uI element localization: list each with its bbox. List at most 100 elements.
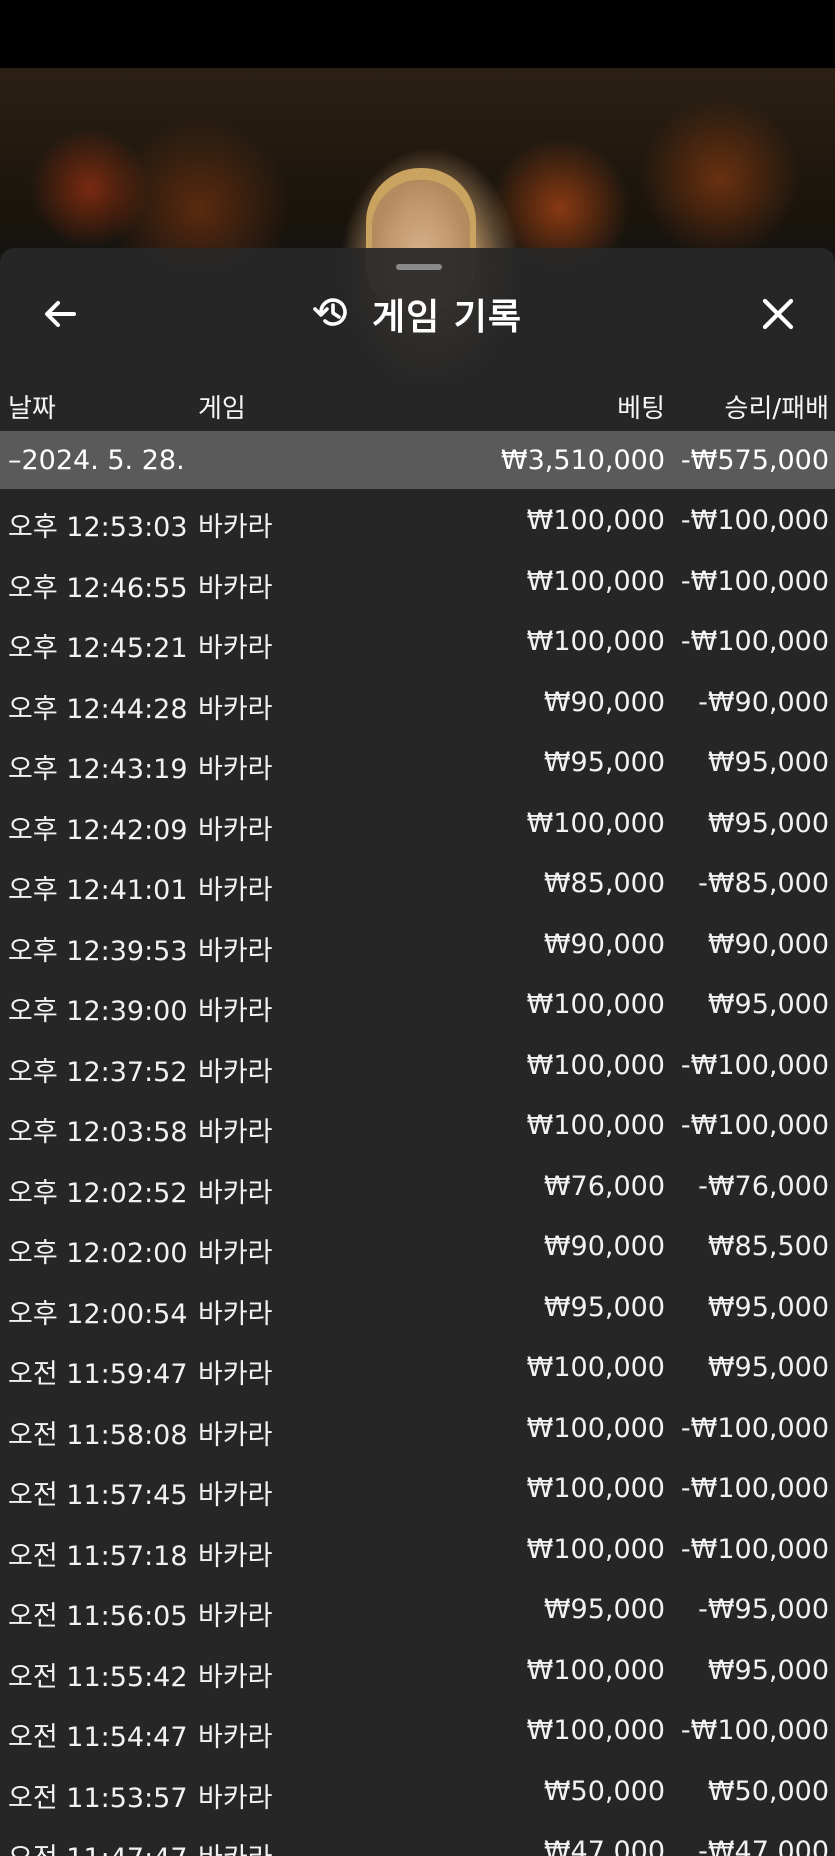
row-bet: ₩100,000: [526, 1533, 665, 1565]
row-bet: ₩95,000: [543, 1594, 665, 1625]
date-group-total-result: -₩575,000: [680, 445, 829, 476]
row-bet: ₩47,000: [543, 1836, 665, 1856]
row-game: 바카라: [198, 1601, 273, 1632]
table-row[interactable]: 오전 11:55:42 바카라 ₩100,000 ₩95,000: [0, 1641, 835, 1702]
row-time: 오후 12:39:00: [8, 996, 188, 1027]
table-row[interactable]: 오후 12:43:19 바카라 ₩95,000 ₩95,000: [0, 733, 835, 794]
row-game: 바카라: [198, 693, 273, 725]
row-result: ₩85,500: [707, 1231, 829, 1262]
row-game: 바카라: [198, 1117, 273, 1148]
table-row[interactable]: 오후 12:37:52 바카라 ₩100,000 -₩100,000: [0, 1036, 835, 1097]
row-time: 오후 12:45:21: [8, 633, 188, 664]
row-game: 바카라: [198, 1298, 273, 1330]
close-x-icon: [756, 298, 800, 340]
row-time: 오전 11:58:08: [8, 1419, 188, 1451]
status-bar: [0, 0, 835, 68]
table-row[interactable]: 오후 12:39:53 바카라 ₩90,000 ₩90,000: [0, 915, 835, 976]
column-header-bet: 베팅: [617, 394, 665, 424]
row-bet: ₩85,000: [543, 868, 665, 899]
date-group-total-bet: ₩3,510,000: [500, 445, 665, 476]
table-row[interactable]: 오전 11:54:47 바카라 ₩100,000 -₩100,000: [0, 1701, 835, 1762]
row-bet: ₩100,000: [526, 989, 665, 1020]
row-result: -₩100,000: [680, 1110, 829, 1141]
table-row[interactable]: 오전 11:56:05 바카라 ₩95,000 -₩95,000: [0, 1580, 835, 1641]
row-result: ₩95,000: [707, 747, 829, 778]
date-group-row[interactable]: –2024. 5. 28. ₩3,510,000 -₩575,000: [0, 431, 835, 489]
table-row[interactable]: 오전 11:59:47 바카라 ₩100,000 ₩95,000: [0, 1338, 835, 1399]
row-bet: ₩100,000: [526, 505, 665, 536]
row-game: 바카라: [198, 1419, 273, 1451]
row-bet: ₩100,000: [526, 565, 665, 597]
row-bet: ₩76,000: [543, 1170, 665, 1202]
row-time: 오전 11:53:57: [8, 1782, 188, 1814]
table-row[interactable]: 오후 12:45:21 바카라 ₩100,000 -₩100,000: [0, 612, 835, 673]
table-row[interactable]: 오전 11:57:18 바카라 ₩100,000 -₩100,000: [0, 1520, 835, 1581]
row-time: 오후 12:00:54: [8, 1298, 188, 1330]
table-row[interactable]: 오후 12:03:58 바카라 ₩100,000 -₩100,000: [0, 1096, 835, 1157]
row-game: 바카라: [198, 1359, 273, 1390]
row-bet: ₩100,000: [526, 1049, 665, 1081]
row-bet: ₩50,000: [543, 1775, 665, 1807]
table-row[interactable]: 오후 12:53:03 바카라 ₩100,000 -₩100,000: [0, 491, 835, 552]
row-game: 바카라: [198, 572, 273, 604]
row-bet: ₩90,000: [543, 1231, 665, 1262]
history-list: 오후 12:53:03 바카라 ₩100,000 -₩100,000 오후 12:46:…: [0, 491, 835, 1856]
row-result: -₩100,000: [680, 1533, 829, 1565]
row-bet: ₩100,000: [526, 1352, 665, 1383]
row-bet: ₩100,000: [526, 1110, 665, 1141]
row-game: 바카라: [198, 1056, 273, 1088]
column-header-game: 게임: [198, 394, 246, 424]
row-result: ₩95,000: [707, 1291, 829, 1323]
row-result: -₩47,000: [698, 1836, 829, 1856]
column-header-date: 날짜: [8, 394, 56, 424]
close-button[interactable]: [756, 292, 800, 336]
row-time: 오후 12:41:01: [8, 875, 188, 906]
row-time: 오후 12:53:03: [8, 512, 188, 543]
back-button[interactable]: [38, 292, 82, 336]
row-result: ₩50,000: [707, 1775, 829, 1807]
row-game: 바카라: [198, 754, 273, 785]
title-group: 게임 기록: [312, 288, 522, 340]
row-result: -₩100,000: [680, 505, 829, 536]
table-row[interactable]: 오전 11:57:45 바카라 ₩100,000 -₩100,000: [0, 1459, 835, 1520]
row-bet: ₩100,000: [526, 1473, 665, 1504]
row-game: 바카라: [198, 633, 273, 664]
row-result: -₩85,000: [698, 868, 829, 899]
row-time: 오전 11:59:47: [8, 1359, 188, 1390]
row-game: 바카라: [198, 1480, 273, 1511]
row-bet: ₩95,000: [543, 747, 665, 778]
table-row[interactable]: 오전 11:58:08 바카라 ₩100,000 -₩100,000: [0, 1399, 835, 1460]
row-game: 바카라: [198, 1540, 273, 1572]
table-row[interactable]: 오후 12:42:09 바카라 ₩100,000 ₩95,000: [0, 794, 835, 855]
row-bet: ₩90,000: [543, 686, 665, 718]
row-result: ₩95,000: [707, 1352, 829, 1383]
row-time: 오후 12:44:28: [8, 693, 188, 725]
row-bet: ₩90,000: [543, 928, 665, 960]
row-game: 바카라: [198, 1177, 273, 1209]
row-game: 바카라: [198, 512, 273, 543]
table-row[interactable]: 오후 12:39:00 바카라 ₩100,000 ₩95,000: [0, 975, 835, 1036]
row-result: -₩100,000: [680, 1049, 829, 1081]
table-row[interactable]: 오전 11:53:57 바카라 ₩50,000 ₩50,000: [0, 1762, 835, 1823]
row-time: 오후 12:37:52: [8, 1056, 188, 1088]
table-row[interactable]: 오후 12:41:01 바카라 ₩85,000 -₩85,000: [0, 854, 835, 915]
row-game: 바카라: [198, 1782, 273, 1814]
table-row[interactable]: 오후 12:46:55 바카라 ₩100,000 -₩100,000: [0, 552, 835, 613]
column-header-row: 날짜 게임 베팅 승리/패배: [0, 382, 835, 432]
table-row[interactable]: 오후 12:00:54 바카라 ₩95,000 ₩95,000: [0, 1278, 835, 1339]
drag-handle[interactable]: [396, 264, 442, 270]
column-header-result: 승리/패배: [724, 394, 829, 424]
table-row[interactable]: 오후 12:02:52 바카라 ₩76,000 -₩76,000: [0, 1157, 835, 1218]
table-row[interactable]: 오전 11:47:47 바카라 ₩47,000 -₩47,000: [0, 1822, 835, 1856]
row-result: -₩95,000: [698, 1594, 829, 1625]
row-time: 오전 11:57:45: [8, 1480, 188, 1511]
table-row[interactable]: 오후 12:44:28 바카라 ₩90,000 -₩90,000: [0, 673, 835, 734]
row-game: 바카라: [198, 1238, 273, 1269]
date-group-label: –2024. 5. 28.: [8, 445, 185, 476]
row-bet: ₩100,000: [526, 1412, 665, 1444]
row-game: 바카라: [198, 1836, 273, 1856]
row-bet: ₩100,000: [526, 807, 665, 839]
row-time: 오전 11:56:05: [8, 1601, 188, 1632]
table-row[interactable]: 오후 12:02:00 바카라 ₩90,000 ₩85,500: [0, 1217, 835, 1278]
row-game: 바카라: [198, 875, 273, 906]
